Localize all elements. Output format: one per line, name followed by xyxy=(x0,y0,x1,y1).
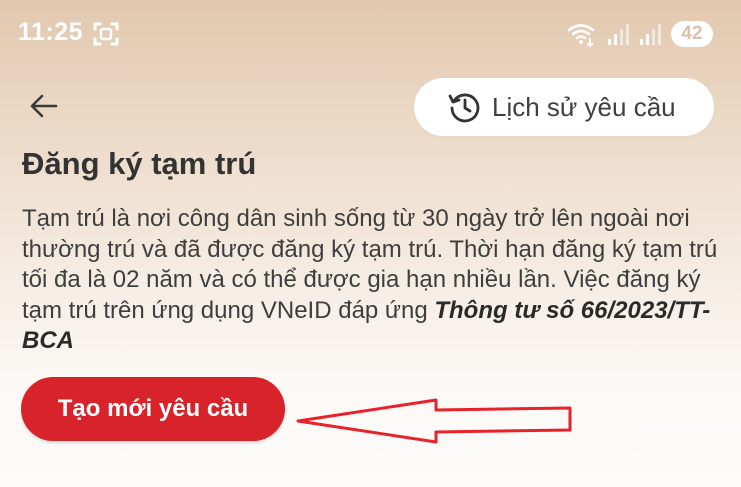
screenshot-icon xyxy=(93,22,119,46)
page-title: Đăng ký tạm trú xyxy=(22,146,257,181)
battery-level: 42 xyxy=(681,23,703,44)
history-clock-icon xyxy=(448,93,480,123)
annotation-arrow-icon xyxy=(296,398,572,444)
signal-icon xyxy=(640,24,661,45)
create-request-button[interactable]: Tạo mới yêu cầu xyxy=(21,377,285,441)
status-time: 11:25 xyxy=(18,18,84,46)
signal-icon xyxy=(608,24,629,45)
back-arrow-icon[interactable] xyxy=(26,88,62,124)
status-bar: 11:25 42 xyxy=(0,0,741,70)
status-icons: 42 xyxy=(567,20,713,48)
wifi-icon xyxy=(567,24,595,47)
page-description: Tạm trú là nơi công dân sinh sống từ 30 … xyxy=(22,204,722,357)
battery-icon: 42 xyxy=(671,21,713,47)
history-button-label: Lịch sử yêu cầu xyxy=(492,91,676,122)
history-button[interactable]: Lịch sử yêu cầu xyxy=(414,78,714,136)
create-request-button-label: Tạo mới yêu cầu xyxy=(57,395,249,422)
